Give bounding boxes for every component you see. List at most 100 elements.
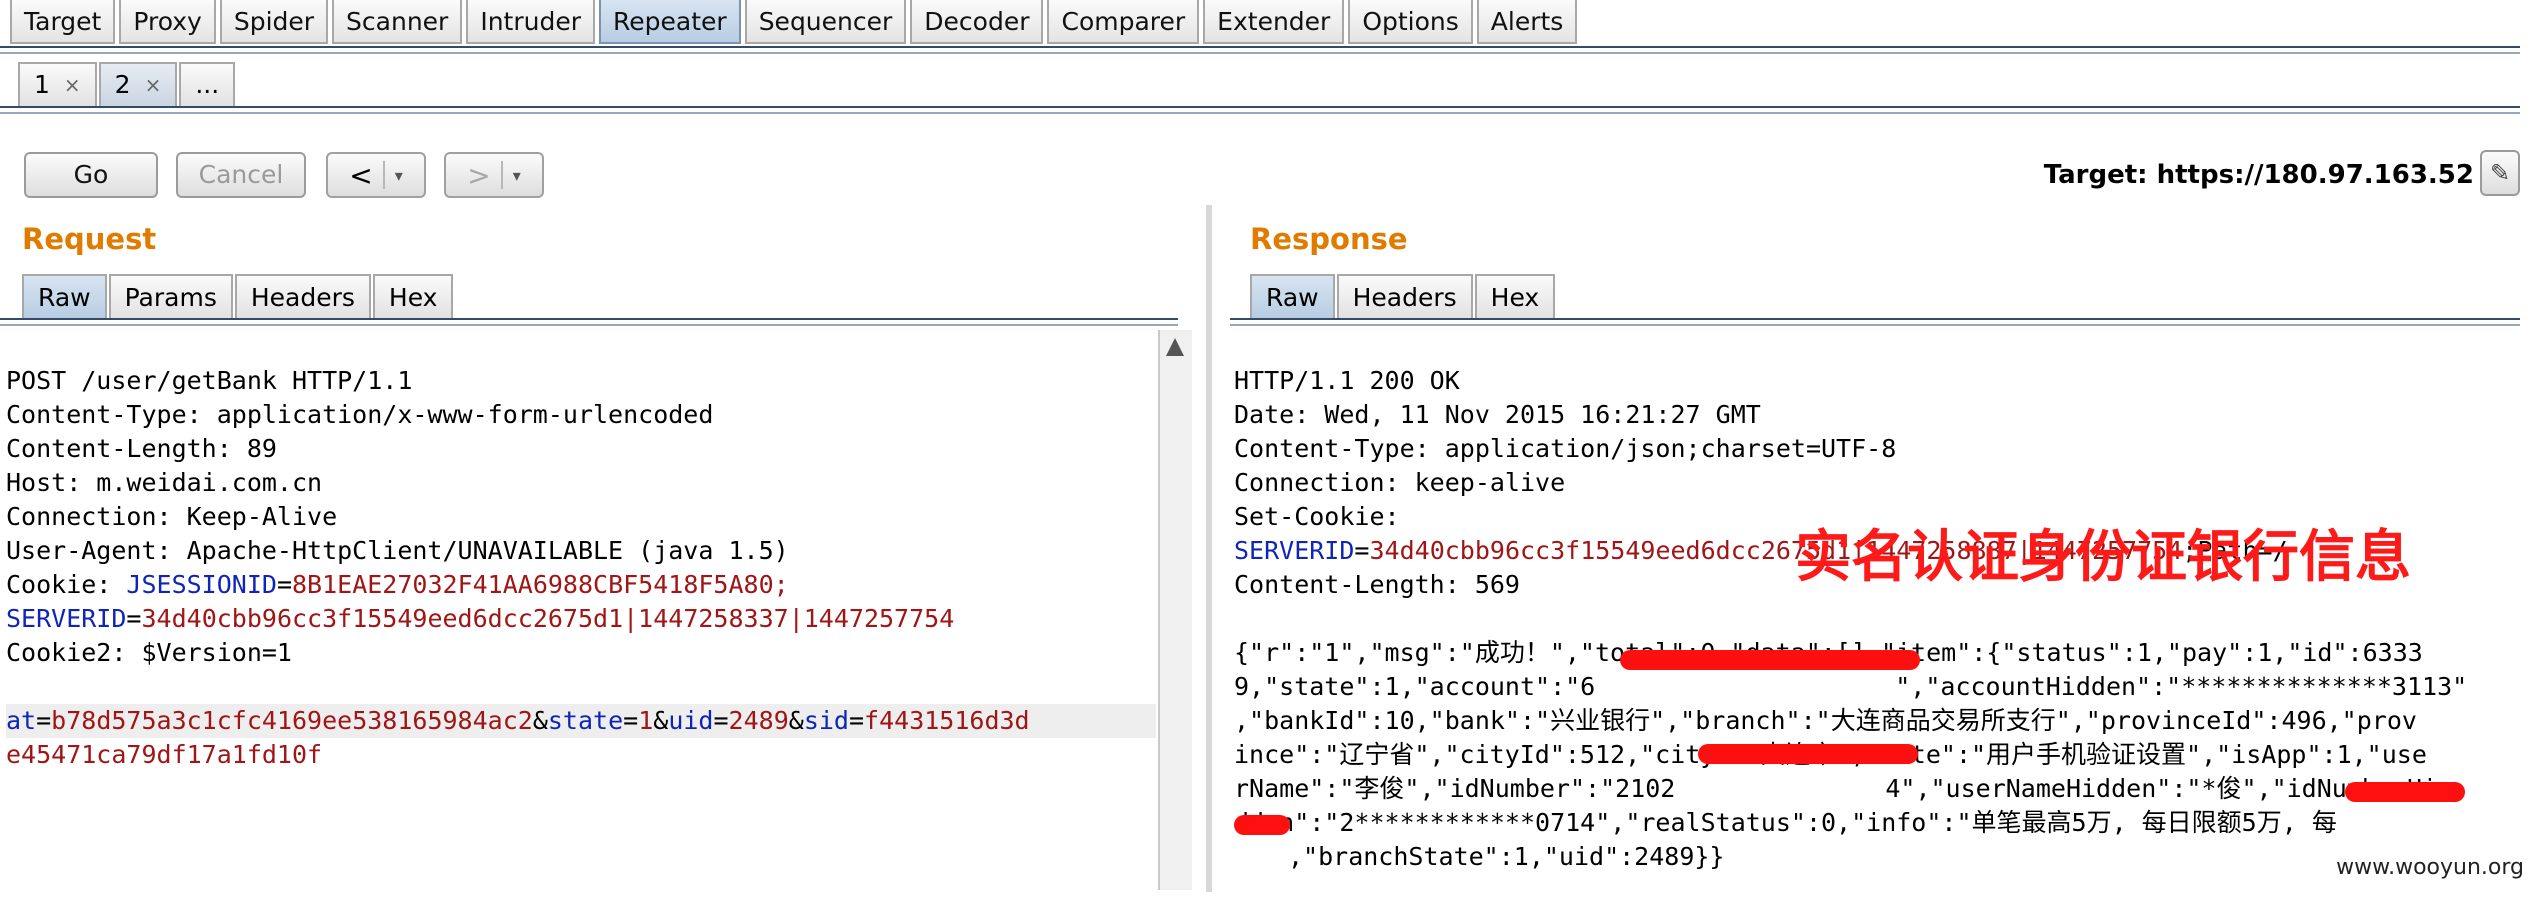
sub-tab-underline-2 [0,112,2520,114]
tab-decoder[interactable]: Decoder [910,0,1044,44]
edit-target-button[interactable]: ✎ [2480,150,2520,196]
redaction-mark [1234,815,1290,835]
request-tab-underline-2 [0,324,1178,326]
cookie-key: JSESSIONID [126,570,277,599]
target-label: Target: https://180.97.163.52 [2043,160,2474,190]
response-header: Connection: keep-alive [1234,468,1566,497]
response-header: Date: Wed, 11 Nov 2015 16:21:27 GMT [1234,400,1761,429]
response-tab-underline [1230,318,2520,320]
repeater-tab-label: 1 [34,70,50,99]
sub-tab-underline [0,106,2520,108]
param-value: 2489 [728,706,789,735]
repeater-sub-tabs: 1 × 2 × ... [18,62,237,106]
cancel-button[interactable]: Cancel [176,152,306,198]
repeater-tab-1[interactable]: 1 × [18,62,97,106]
response-viewer[interactable]: HTTP/1.1 200 OK Date: Wed, 11 Nov 2015 16… [1234,330,2467,908]
repeater-tab-2[interactable]: 2 × [98,62,178,107]
param-key: uid [668,706,714,735]
tab-extender[interactable]: Extender [1203,0,1345,44]
chevron-down-icon[interactable]: ▾ [395,166,403,185]
request-header: Cookie2: $Version=1 [6,638,292,667]
tab-raw[interactable]: Raw [1250,274,1335,318]
tab-target[interactable]: Target [10,0,116,44]
json-fragment: ,"branchState":1,"uid":2489}} [1288,842,1725,871]
tab-params[interactable]: Params [108,274,233,318]
json-fragment: rName":"李俊","idNumber":"2102 [1234,774,1676,803]
close-icon[interactable]: × [145,63,162,107]
back-arrow-icon: < [349,158,373,192]
cookie-value: 8B1EAE27032F41AA6988CBF5418F5A80; [292,570,789,599]
redaction-mark [1620,650,1920,670]
param-value: 1 [638,706,654,735]
tab-alerts[interactable]: Alerts [1476,0,1578,44]
request-view-tabs: Raw Params Headers Hex [22,274,455,318]
pane-splitter[interactable] [1206,205,1212,892]
request-body-cont: e45471ca79df17a1fd10f [6,740,323,769]
param-value: b78d575a3c1cfc4169ee538165984ac2 [51,706,533,735]
tab-hex[interactable]: Hex [1474,274,1556,318]
param-key: sid [803,706,849,735]
button-separator [382,161,385,189]
request-header: Content-Length: 89 [6,434,277,463]
status-line: HTTP/1.1 200 OK [1234,366,1460,395]
request-editor[interactable]: POST /user/getBank HTTP/1.1 Content-Type:… [6,330,1156,806]
tab-headers[interactable]: Headers [1336,274,1473,318]
json-line: rName":"李俊","idNumber":"2102 4","userName… [1234,772,2467,806]
watermark: www.wooyun.org [2336,855,2524,880]
go-button[interactable]: Go [24,152,158,198]
json-line: 9,"state":1,"account":"6 ","accountHidden… [1234,670,2467,704]
json-line: ,"bankId":10,"bank":"兴业银行","branch":"大连商… [1234,706,2417,735]
request-body: at=b78d575a3c1cfc4169ee538165984ac2&stat… [6,704,1156,738]
tab-spider[interactable]: Spider [219,0,329,44]
back-button[interactable]: < ▾ [326,152,426,198]
tab-raw[interactable]: Raw [22,274,107,318]
cookie-header: Cookie: JSESSIONID=8B1EAE27032F41AA6988C… [6,570,789,599]
header-name: Cookie: [6,570,127,599]
tab-headers[interactable]: Headers [234,274,371,318]
redaction-mark [1698,744,1918,764]
tab-scanner[interactable]: Scanner [332,0,463,44]
tab-sequencer[interactable]: Sequencer [744,0,907,44]
forward-button[interactable]: > ▾ [444,152,544,198]
request-scrollbar[interactable] [1158,330,1192,890]
main-tab-underline [0,46,2520,48]
json-fragment: ","accountHidden":"**************3113" [1895,672,2468,701]
tab-hex[interactable]: Hex [372,274,454,318]
main-tab-bar: Target Proxy Spider Scanner Intruder Rep… [10,0,1581,48]
response-heading: Response [1250,222,1408,256]
param-key: state [547,706,624,735]
request-header: Content-Type: application/x-www-form-url… [6,400,714,429]
button-separator [500,161,503,189]
tab-proxy[interactable]: Proxy [119,0,216,44]
redaction-mark [2345,782,2465,802]
request-heading: Request [22,222,157,256]
request-header: User-Agent: Apache-HttpClient/UNAVAILABL… [6,536,789,565]
param-key: at [6,706,37,735]
cookie-key: SERVERID [1234,536,1355,565]
new-tab-button[interactable]: ... [179,62,236,106]
tab-comparer[interactable]: Comparer [1047,0,1200,44]
chevron-down-icon[interactable]: ▾ [513,166,521,185]
tab-options[interactable]: Options [1348,0,1473,44]
scroll-up-icon[interactable] [1164,334,1186,360]
close-icon[interactable]: × [64,63,81,107]
tab-repeater[interactable]: Repeater [599,0,741,44]
annotation-text: 实名认证身份证银行信息 [1795,525,2411,590]
cookie-key: SERVERID [6,604,127,633]
request-tab-underline [0,318,1178,320]
json-line: dden":"2************0714","realStatus":0… [1234,808,2337,837]
forward-arrow-icon: > [467,158,491,192]
response-view-tabs: Raw Headers Hex [1250,274,1557,318]
response-tab-underline-2 [1230,324,2520,326]
main-tab-underline-2 [0,52,2520,54]
cookie-value: 34d40cbb96cc3f15549eed6dcc2675d1|1447258… [141,604,955,633]
repeater-tab-label: 2 [114,70,131,99]
json-fragment: 9,"state":1,"account":"6 [1234,672,1596,701]
tab-intruder[interactable]: Intruder [466,0,596,44]
request-line: POST /user/getBank HTTP/1.1 [6,366,413,395]
request-header: Host: m.weidai.com.cn [6,468,323,497]
cookie-header-cont: SERVERID=34d40cbb96cc3f15549eed6dcc2675d… [6,604,955,633]
json-line: ,"branchState":1,"uid":2489}} [1234,840,2467,874]
